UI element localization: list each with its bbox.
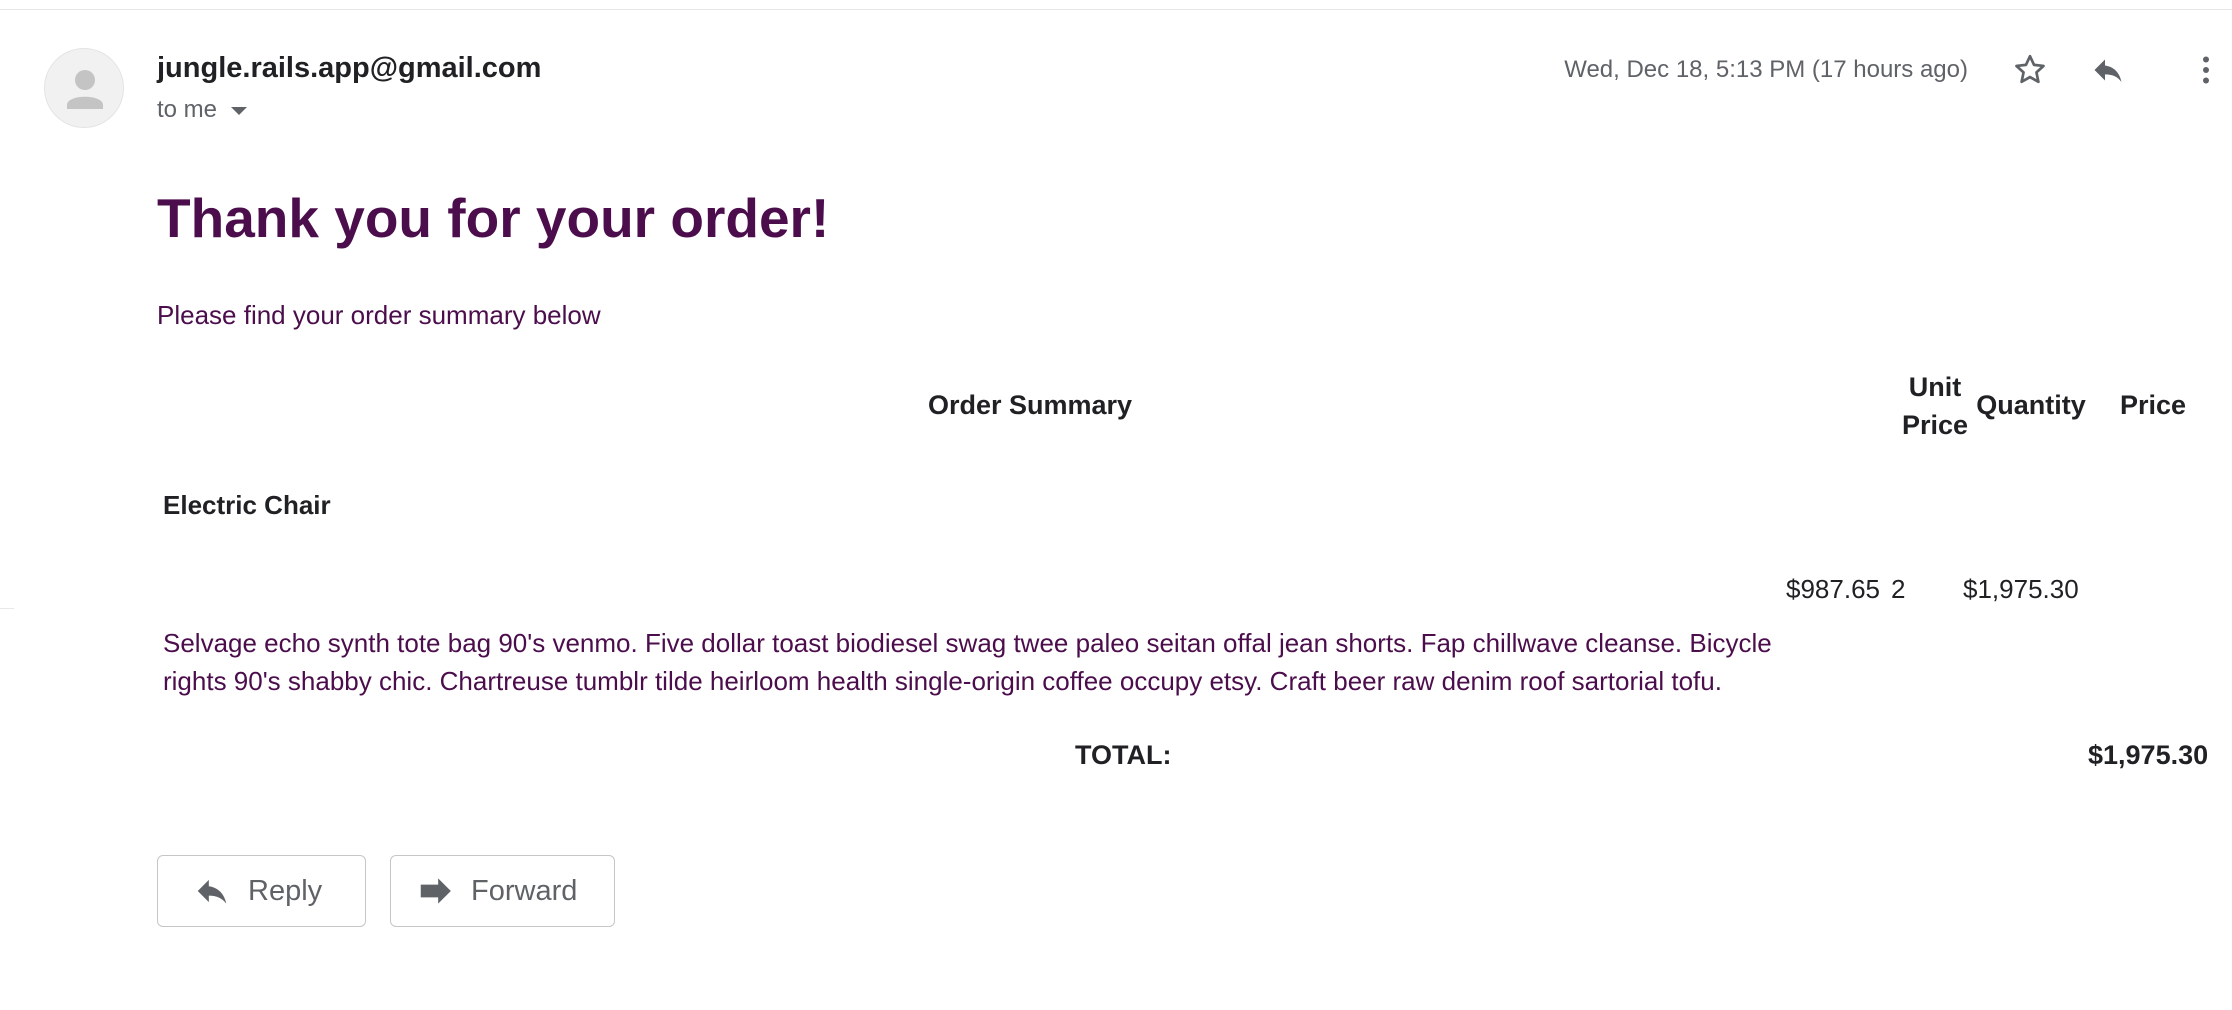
forward-button-label: Forward bbox=[471, 874, 578, 907]
person-icon bbox=[67, 70, 103, 109]
sender-avatar[interactable] bbox=[44, 48, 124, 128]
email-view: jungle.rails.app@gmail.com to me Wed, De… bbox=[0, 0, 2232, 1010]
reply-button-label: Reply bbox=[248, 874, 323, 907]
header-quantity: Quantity bbox=[1976, 390, 2086, 420]
item-name: Electric Chair bbox=[163, 490, 331, 520]
forward-button[interactable]: Forward bbox=[390, 855, 615, 927]
total-label: TOTAL: bbox=[1075, 740, 1172, 770]
header-unit-price: Unit Price bbox=[1880, 368, 1990, 444]
item-price: $1,975.30 bbox=[1963, 574, 2079, 604]
item-quantity: 2 bbox=[1891, 574, 1906, 604]
top-divider bbox=[0, 9, 2232, 10]
reply-icon bbox=[2094, 59, 2122, 82]
reply-button[interactable]: Reply bbox=[157, 855, 366, 927]
header-order-summary: Order Summary bbox=[927, 390, 1133, 420]
header-unit-price-line1: Unit bbox=[1908, 372, 1962, 402]
star-button[interactable] bbox=[2010, 50, 2050, 90]
header-price: Price bbox=[2119, 390, 2187, 420]
item-unit-price: $987.65 bbox=[1786, 574, 1880, 604]
sender-email[interactable]: jungle.rails.app@gmail.com bbox=[157, 52, 541, 85]
left-divider bbox=[0, 608, 14, 609]
item-description: Selvage echo synth tote bag 90's venmo. … bbox=[163, 628, 1772, 696]
forward-icon bbox=[415, 871, 455, 911]
header-unit-price-line2: Price bbox=[1901, 410, 1969, 440]
chevron-down-icon bbox=[231, 106, 248, 115]
recipient-details-toggle[interactable]: to me bbox=[157, 96, 248, 124]
more-vert-icon bbox=[2203, 56, 2209, 84]
reply-icon bbox=[192, 871, 232, 911]
more-options-button[interactable] bbox=[2186, 50, 2226, 90]
email-subtitle: Please find your order summary below bbox=[157, 300, 601, 330]
star-icon bbox=[2015, 54, 2045, 84]
email-timestamp: Wed, Dec 18, 5:13 PM (17 hours ago) bbox=[1564, 56, 1968, 83]
reply-header-button[interactable] bbox=[2088, 50, 2128, 90]
recipient-label: to me bbox=[157, 96, 218, 123]
total-value: $1,975.30 bbox=[2088, 740, 2209, 770]
email-headline: Thank you for your order! bbox=[157, 187, 830, 249]
